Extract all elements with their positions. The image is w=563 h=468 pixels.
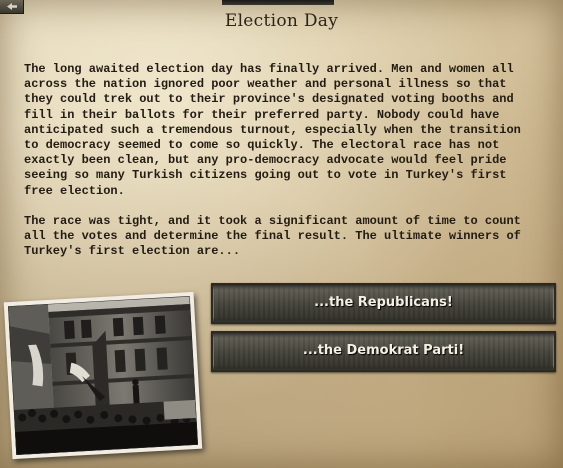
button-edge [213, 365, 554, 370]
back-arrow-icon [7, 3, 17, 10]
historic-photo-image [7, 296, 199, 455]
option-button-republicans[interactable]: ...the Republicans! [211, 283, 556, 324]
event-description: The long awaited election day has finall… [24, 62, 524, 274]
option-label: ...the Demokrat Parti! [302, 343, 465, 358]
window-top-tab [222, 0, 334, 5]
option-button-demokrat-parti[interactable]: ...the Demokrat Parti! [211, 331, 556, 372]
description-paragraph: The race was tight, and it took a signif… [24, 213, 521, 259]
option-label: ...the Republicans! [314, 295, 453, 310]
event-picture [3, 291, 203, 460]
button-edge [213, 333, 554, 338]
button-edge [213, 317, 554, 322]
button-edge [213, 285, 554, 290]
event-title: Election Day [224, 11, 339, 31]
description-paragraph: The long awaited election day has finall… [24, 62, 521, 198]
